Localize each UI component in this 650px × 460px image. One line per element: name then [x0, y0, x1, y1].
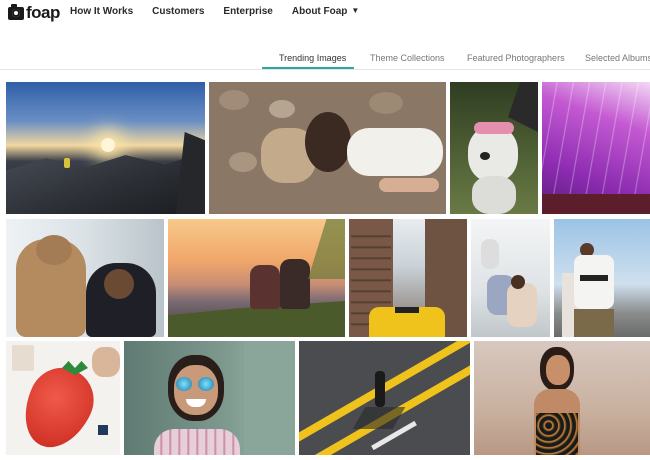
nav-links: How It Works Customers Enterprise About …: [70, 6, 397, 17]
photo-city-street-taxi[interactable]: [349, 219, 467, 337]
gallery-tabs: Trending Images Theme Collections Featur…: [0, 50, 650, 70]
tab-trending-images[interactable]: Trending Images: [279, 53, 346, 63]
nav-customers[interactable]: Customers: [152, 6, 204, 17]
nav-how-it-works[interactable]: How It Works: [70, 6, 133, 17]
photo-dog-flower-crown[interactable]: [450, 82, 538, 214]
photo-couple-sunset-guitar[interactable]: [168, 219, 345, 337]
top-navigation: foap How It Works Customers Enterprise A…: [0, 0, 650, 26]
nav-enterprise[interactable]: Enterprise: [223, 6, 272, 17]
tab-selected-albums[interactable]: Selected Albums: [585, 53, 650, 63]
photo-friends-on-wall[interactable]: [471, 219, 550, 337]
photo-woman-on-rocks[interactable]: [209, 82, 446, 214]
camera-icon: [8, 3, 24, 20]
foap-logo[interactable]: foap: [8, 3, 60, 23]
active-tab-indicator: [262, 67, 354, 69]
photo-skateboarder-crosswalk[interactable]: [299, 341, 470, 455]
photo-purple-building[interactable]: [542, 82, 650, 214]
photo-man-supreme-shirt[interactable]: [554, 219, 650, 337]
tab-featured-photographers[interactable]: Featured Photographers: [467, 53, 565, 63]
photo-woman-hugging-dog[interactable]: [6, 219, 164, 337]
photo-woman-at-beach[interactable]: [474, 341, 650, 455]
nav-about-foap-label: About Foap: [291, 6, 348, 17]
chevron-down-icon: ▼: [351, 6, 360, 15]
tab-theme-collections[interactable]: Theme Collections: [370, 53, 445, 63]
nav-about-foap[interactable]: About Foap ▼: [292, 6, 378, 17]
logo-text: foap: [26, 3, 60, 22]
photo-smiling-woman-sunglasses[interactable]: [124, 341, 295, 455]
photo-mountain-sunset[interactable]: [6, 82, 205, 214]
photo-watercolor-strawberry[interactable]: [6, 341, 120, 455]
